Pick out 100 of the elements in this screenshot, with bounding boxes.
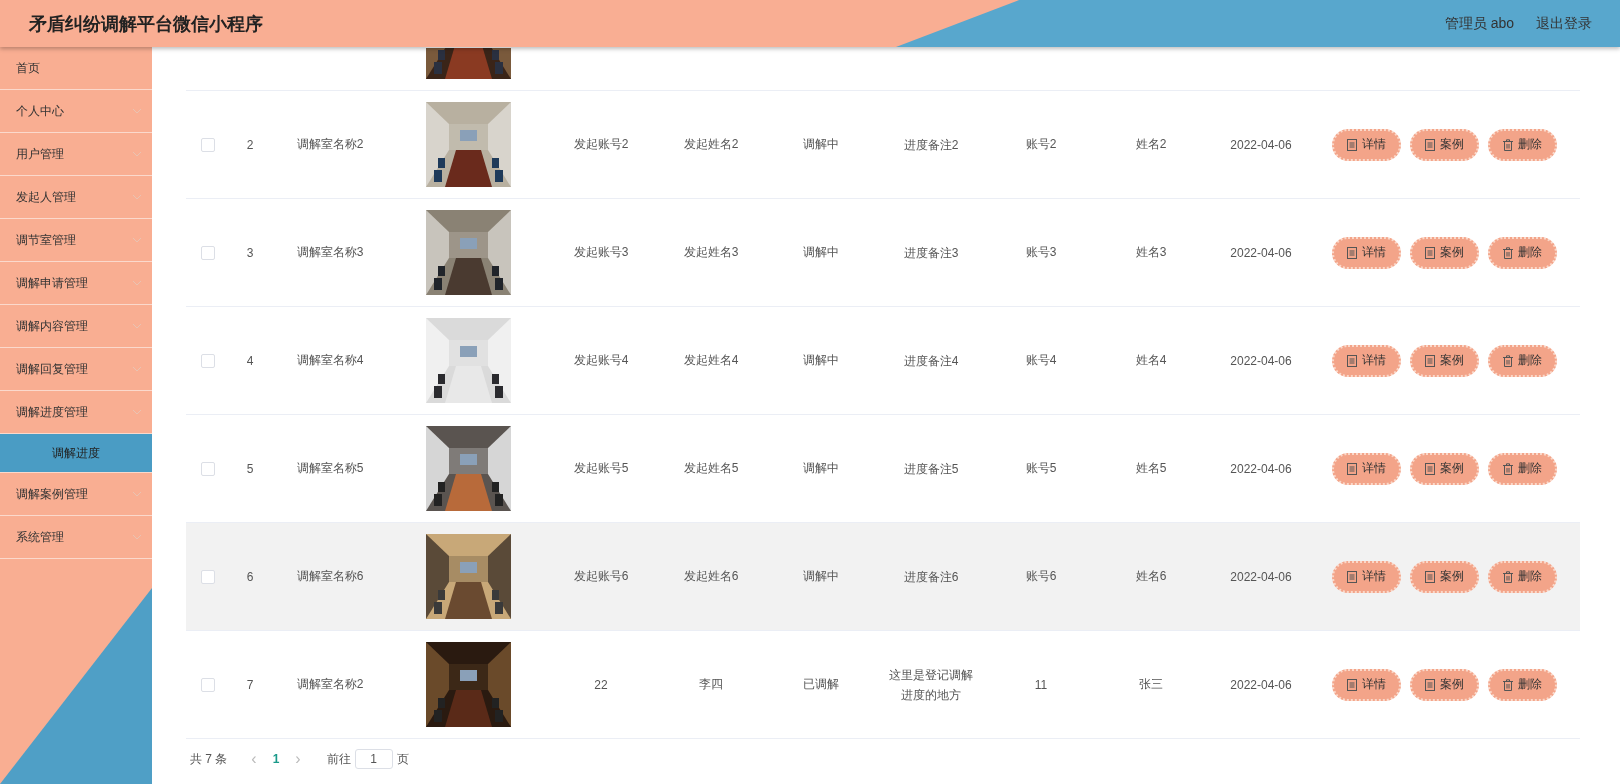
app-title: 矛盾纠纷调解平台微信小程序	[29, 12, 263, 36]
table-cell: 5	[246, 461, 254, 476]
table-cell: 调解中	[803, 244, 839, 261]
page-input[interactable]: 1	[354, 749, 393, 769]
table-cell: 姓名5	[1135, 460, 1167, 477]
table-cell: 姓名6	[1135, 568, 1167, 585]
trash-icon	[1503, 678, 1513, 691]
table-cell: 2022-04-06	[1230, 677, 1292, 692]
table-cell: 账号6	[1025, 568, 1057, 585]
delete-button[interactable]: 删除	[1488, 344, 1557, 377]
page-number[interactable]: 1	[272, 752, 280, 766]
trash-icon	[1503, 354, 1513, 367]
document-icon	[1347, 570, 1357, 583]
delete-button[interactable]: 删除	[1488, 668, 1557, 701]
table-cell: 调解室名称3	[296, 244, 364, 261]
document-icon	[1347, 678, 1357, 691]
table-cell: 2022-04-06	[1230, 569, 1292, 584]
checkbox[interactable]	[201, 137, 215, 152]
table-cell: 调解室名称2	[296, 676, 364, 693]
table-cell-text: 进度备注2	[902, 136, 960, 154]
details-button[interactable]: 详情	[1332, 344, 1401, 377]
table-cell: 发起姓名3	[683, 244, 739, 261]
case-button[interactable]: 案例	[1410, 668, 1479, 701]
table-cell: 发起姓名6	[683, 568, 739, 585]
trash-icon	[1503, 570, 1513, 583]
table-cell: 2022-04-06	[1230, 245, 1292, 260]
delete-button[interactable]: 删除	[1488, 128, 1557, 161]
details-button[interactable]: 详情	[1332, 128, 1401, 161]
table-cell: 3	[246, 245, 254, 260]
table-cell: 调解室名称2	[296, 136, 364, 153]
table-cell: 4	[246, 353, 254, 368]
menu-item[interactable]: 首页	[0, 47, 152, 90]
table-cell: 已调解	[803, 676, 839, 693]
table-cell-text: 进度备注3	[902, 244, 960, 262]
case-button[interactable]: 案例	[1410, 344, 1479, 377]
table-cell: 发起姓名5	[683, 460, 739, 477]
details-button[interactable]: 详情	[1332, 668, 1401, 701]
table-cell: 账号3	[1025, 244, 1057, 261]
menu-item[interactable]: 调解内容管理	[0, 305, 152, 348]
trash-icon	[1503, 246, 1513, 259]
checkbox[interactable]	[201, 677, 215, 692]
details-button[interactable]: 详情	[1332, 452, 1401, 485]
table-cell: 调解中	[803, 352, 839, 369]
document-icon	[1347, 246, 1357, 259]
document-icon	[1425, 246, 1435, 259]
logout-link[interactable]: 退出登录	[1536, 14, 1592, 33]
checkbox[interactable]	[201, 461, 215, 476]
trash-icon	[1503, 138, 1513, 151]
table-cell: 调解中	[803, 568, 839, 585]
table-cell: 发起姓名2	[683, 136, 739, 153]
table-cell: 发起账号3	[573, 244, 629, 261]
table-cell: 调解中	[803, 460, 839, 477]
checkbox[interactable]	[201, 245, 215, 260]
page-unit-label: 页	[396, 750, 409, 768]
document-icon	[1347, 462, 1357, 475]
case-button[interactable]: 案例	[1410, 452, 1479, 485]
table-cell: 22	[594, 677, 608, 692]
menu-item[interactable]: 系统管理	[0, 516, 152, 559]
delete-button[interactable]: 删除	[1488, 236, 1557, 269]
checkbox[interactable]	[201, 353, 215, 368]
table-cell-text: 这里是登记调解进度的地方	[888, 666, 974, 704]
delete-button[interactable]: 删除	[1488, 452, 1557, 485]
table-cell: 发起姓名4	[683, 352, 739, 369]
table-cell-text: 进度备注4	[902, 352, 960, 370]
table-cell: 姓名3	[1135, 244, 1167, 261]
delete-button[interactable]: 删除	[1488, 560, 1557, 593]
table-cell: 发起账号5	[573, 460, 629, 477]
menu-item[interactable]: 调解案例管理	[0, 473, 152, 516]
table-cell: 账号2	[1025, 136, 1057, 153]
table-cell: 7	[246, 677, 254, 692]
table-cell: 11	[1034, 677, 1048, 692]
details-button[interactable]: 详情	[1332, 236, 1401, 269]
trash-icon	[1503, 462, 1513, 475]
user-label: 管理员 abo	[1444, 14, 1514, 33]
table-cell: 发起账号6	[573, 568, 629, 585]
table-cell: 账号5	[1025, 460, 1057, 477]
details-button[interactable]: 详情	[1332, 560, 1401, 593]
menu-item[interactable]: 发起人管理	[0, 176, 152, 219]
menu-item[interactable]: 调解回复管理	[0, 348, 152, 391]
case-button[interactable]: 案例	[1410, 560, 1479, 593]
table-cell-text: 进度备注6	[902, 568, 960, 586]
document-icon	[1425, 354, 1435, 367]
table-cell: 调解室名称6	[296, 568, 364, 585]
case-button[interactable]: 案例	[1410, 236, 1479, 269]
checkbox[interactable]	[201, 569, 215, 584]
case-button[interactable]: 案例	[1410, 128, 1479, 161]
table-cell: 2022-04-06	[1230, 137, 1292, 152]
document-icon	[1425, 138, 1435, 151]
submenu-item[interactable]: 调解进度	[0, 434, 152, 473]
menu-item[interactable]: 用户管理	[0, 133, 152, 176]
menu-item[interactable]: 调解申请管理	[0, 262, 152, 305]
menu-item[interactable]: 调节室管理	[0, 219, 152, 262]
table-cell: 发起账号4	[573, 352, 629, 369]
table-cell: 姓名4	[1135, 352, 1167, 369]
table-cell: 2022-04-06	[1230, 461, 1292, 476]
document-icon	[1347, 354, 1357, 367]
table-cell: 姓名2	[1135, 136, 1167, 153]
menu-item[interactable]: 个人中心	[0, 90, 152, 133]
table-cell: 账号4	[1025, 352, 1057, 369]
table-cell: 李四	[699, 676, 723, 693]
